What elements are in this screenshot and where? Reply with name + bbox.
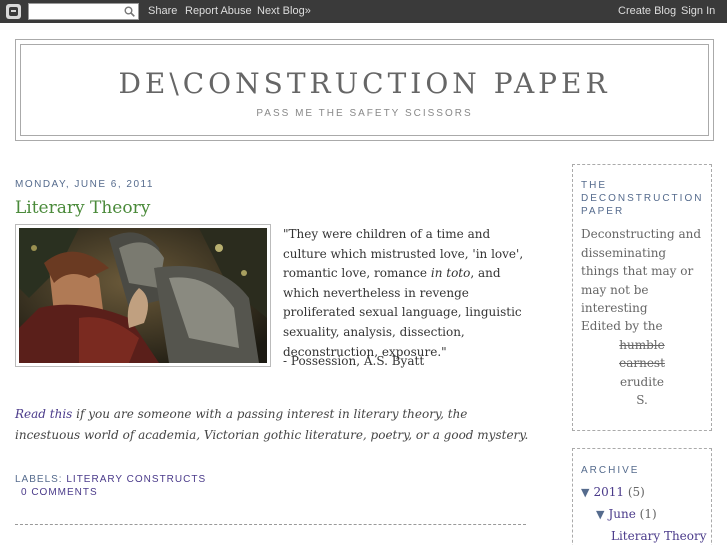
- about-widget: THE DECONSTRUCTION PAPER Deconstructing …: [572, 164, 712, 431]
- editor-word-erudite: erudite: [619, 375, 664, 389]
- edited-by-text: Edited by the: [581, 319, 663, 333]
- archive-post-row[interactable]: Literary Theory: [611, 529, 707, 543]
- next-blog-link[interactable]: Next Blog»: [257, 5, 311, 17]
- post-quote: "They were children of a time and cultur…: [283, 225, 528, 362]
- archive-year-count: (5): [627, 485, 645, 499]
- post-body-paragraph: Read this if you are someone with a pass…: [15, 404, 535, 446]
- painting-image: [19, 228, 267, 363]
- search-input[interactable]: [28, 3, 139, 20]
- editor-word-earnest: earnest: [619, 356, 665, 370]
- blogger-navbar: Share Report Abuse Next Blog» Create Blo…: [0, 0, 727, 23]
- archive-year-link[interactable]: 2011: [593, 485, 624, 499]
- archive-post-link[interactable]: Literary Theory: [611, 529, 707, 543]
- blog-header-inner: DE\CONSTRUCTION PAPER PASS ME THE SAFETY…: [20, 44, 709, 136]
- archive-month-count: (1): [639, 507, 657, 521]
- post-date: MONDAY, JUNE 6, 2011: [15, 179, 154, 190]
- blog-title[interactable]: DE\CONSTRUCTION PAPER: [21, 67, 708, 100]
- about-heading: THE DECONSTRUCTION PAPER: [581, 180, 704, 217]
- quote-attribution: - Possession, A.S. Byatt: [283, 354, 425, 368]
- archive-year-row[interactable]: ▼ 2011 (5): [581, 485, 645, 499]
- blog-description: PASS ME THE SAFETY SCISSORS: [256, 108, 473, 119]
- blogger-logo-icon[interactable]: [6, 4, 21, 19]
- read-this-link[interactable]: Read this: [15, 407, 72, 421]
- sign-in-link[interactable]: Sign In: [681, 5, 715, 17]
- editor-initial: S.: [636, 393, 648, 407]
- post-image[interactable]: [15, 224, 271, 367]
- label-link[interactable]: LITERARY CONSTRUCTS: [66, 474, 206, 485]
- labels-prefix: LABELS:: [15, 474, 67, 485]
- report-abuse-link[interactable]: Report Abuse: [185, 5, 252, 17]
- create-blog-link[interactable]: Create Blog: [618, 5, 676, 17]
- post-divider: [15, 524, 526, 525]
- archive-month-link[interactable]: June: [608, 507, 635, 521]
- expand-triangle-icon[interactable]: ▼: [581, 486, 589, 499]
- archive-widget: ARCHIVE ▼ 2011 (5) ▼ June (1) Literary The…: [572, 448, 712, 545]
- read-rest-text: if you are someone with a passing intere…: [15, 407, 529, 442]
- quote-italic: in toto: [430, 266, 471, 281]
- search-icon[interactable]: [124, 6, 135, 17]
- archive-month-row[interactable]: ▼ June (1): [596, 507, 657, 521]
- expand-triangle-icon[interactable]: ▼: [596, 508, 604, 521]
- post-labels: LABELS: LITERARY CONSTRUCTS: [15, 474, 206, 485]
- comments-link[interactable]: 0 COMMENTS: [21, 487, 98, 498]
- post-title[interactable]: Literary Theory: [15, 198, 150, 218]
- archive-heading: ARCHIVE: [581, 465, 640, 476]
- editor-word-humble: humble: [619, 338, 665, 352]
- blog-header: DE\CONSTRUCTION PAPER PASS ME THE SAFETY…: [15, 39, 714, 141]
- about-description: Deconstructing and disseminating things …: [581, 227, 702, 315]
- share-link[interactable]: Share: [148, 5, 177, 17]
